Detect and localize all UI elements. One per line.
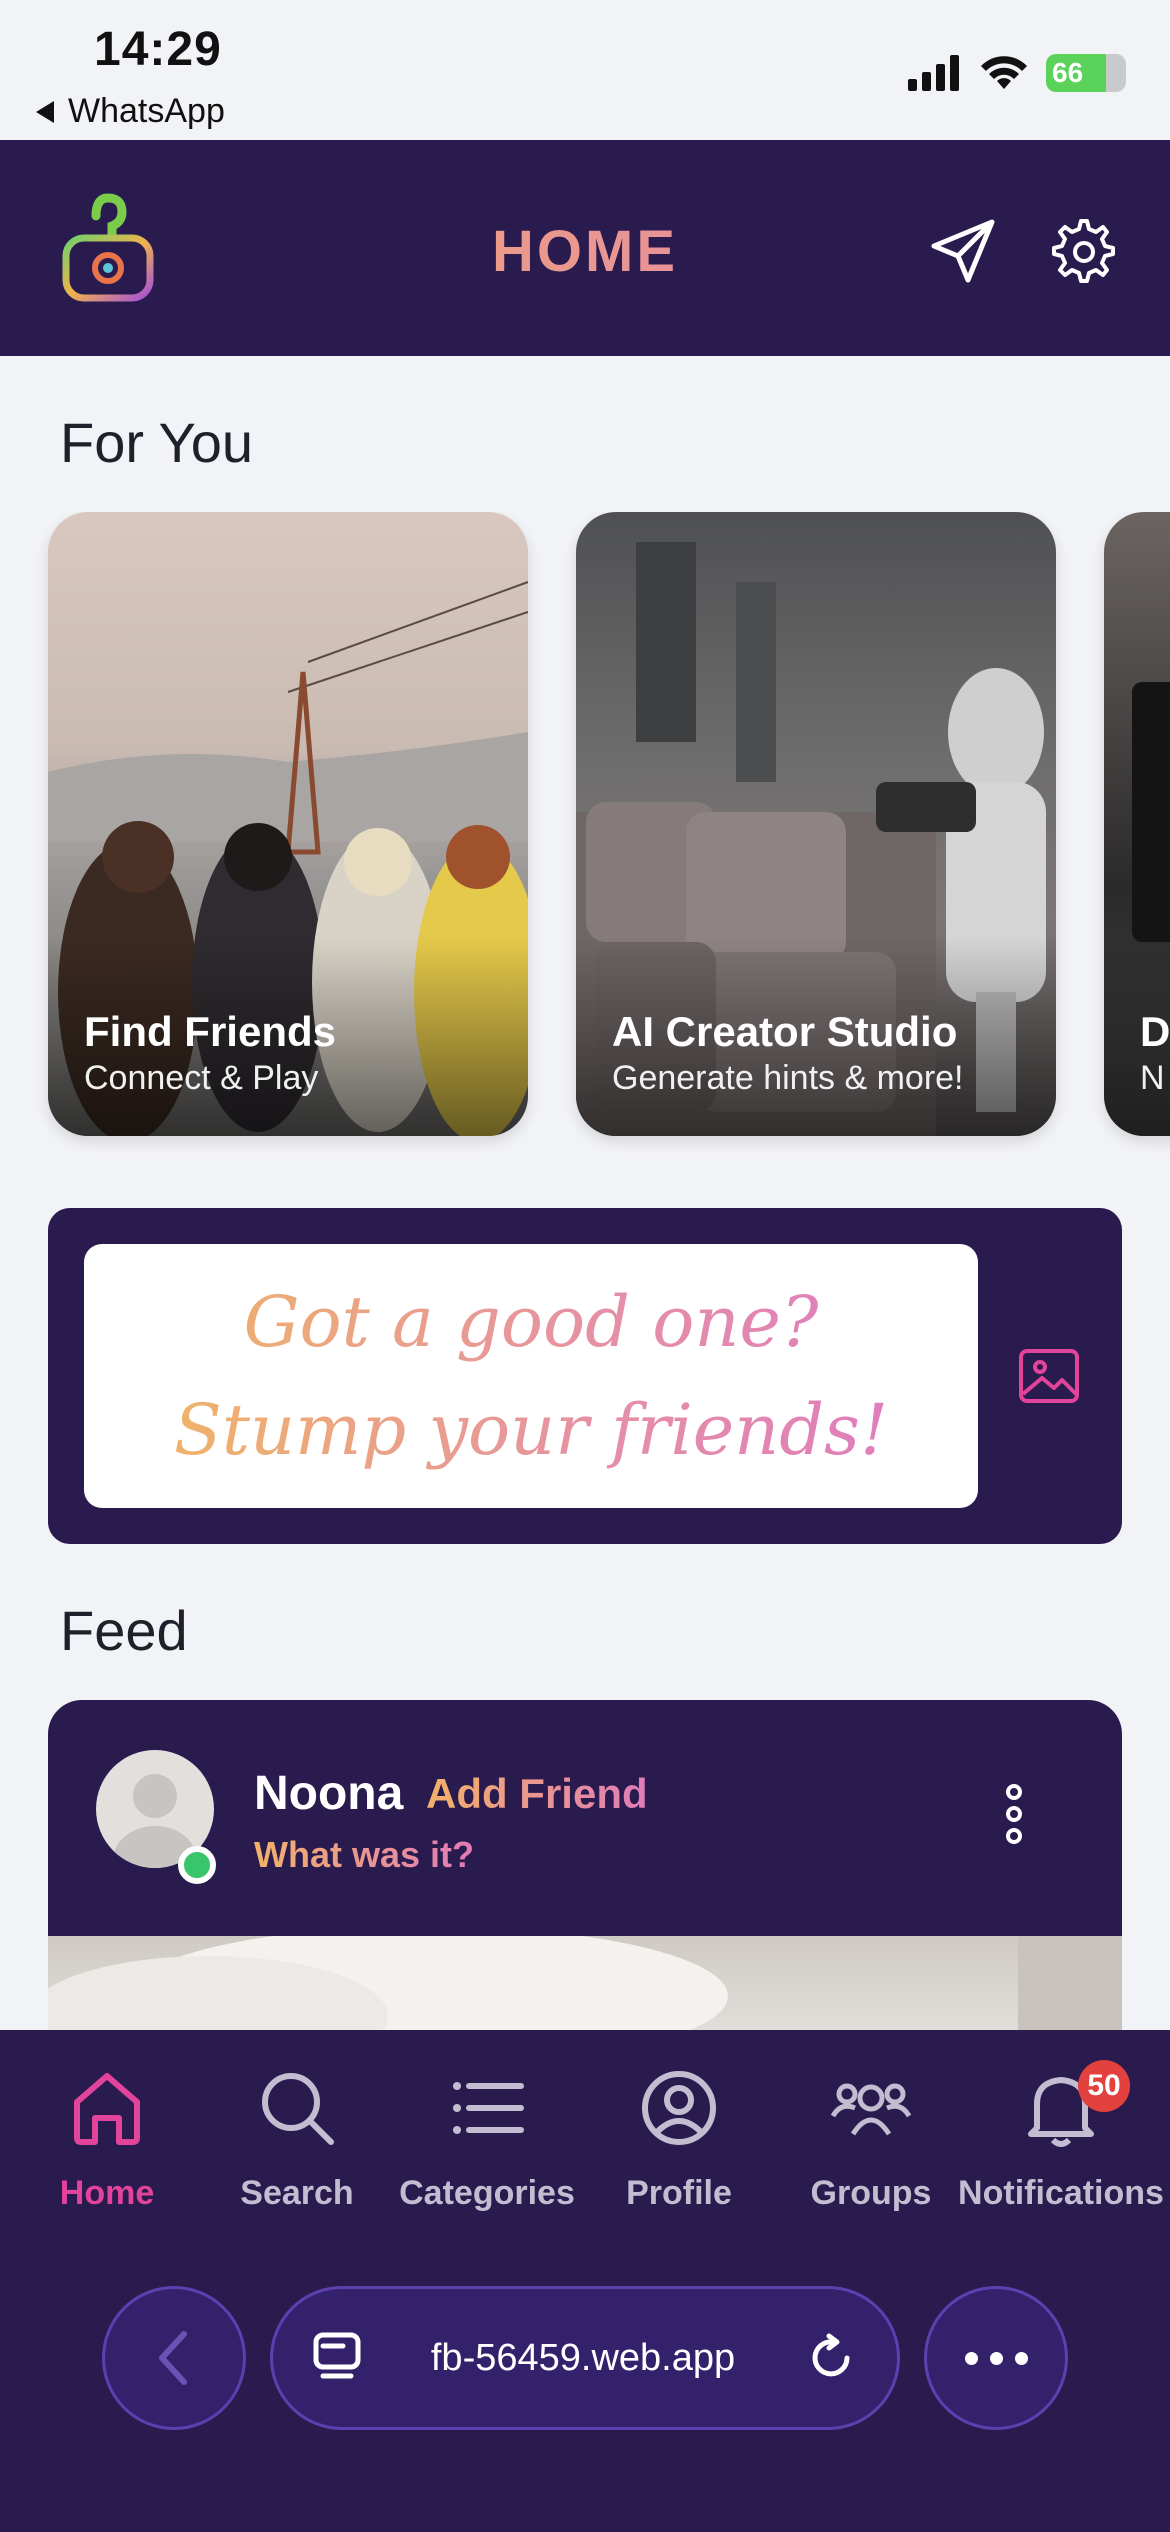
- groups-icon: [830, 2083, 912, 2136]
- browser-more-button[interactable]: [924, 2286, 1068, 2430]
- card-subtitle: Connect & Play: [84, 1059, 319, 1097]
- nav-groups[interactable]: Groups: [776, 2066, 966, 2236]
- card-find-friends[interactable]: Find Friends Connect & Play: [48, 512, 528, 1136]
- nav-categories[interactable]: Categories: [392, 2066, 582, 2236]
- status-time: 14:29: [94, 23, 222, 76]
- browser-back-button[interactable]: [102, 2286, 246, 2430]
- browser-toolbar: fb-56459.web.app: [0, 2286, 1170, 2436]
- card-title: AI Creator Studio: [612, 1008, 958, 1055]
- nav-label: Notifications: [958, 2174, 1164, 2212]
- nav-label: Categories: [399, 2174, 575, 2212]
- app-header: HOME: [0, 140, 1170, 356]
- status-bar: 14:29 WhatsApp 66: [0, 0, 1170, 140]
- nav-search[interactable]: Search: [202, 2066, 392, 2236]
- search-icon: [262, 2073, 334, 2145]
- card-ai-creator-studio[interactable]: AI Creator Studio Generate hints & more!: [576, 512, 1056, 1136]
- online-status-dot: [178, 1846, 216, 1884]
- more-options-icon[interactable]: [1002, 1784, 1026, 1844]
- status-icons: 66: [908, 54, 1126, 92]
- card-title: D: [1140, 1008, 1170, 1055]
- gear-icon[interactable]: [1050, 218, 1118, 286]
- back-app-label: WhatsApp: [68, 92, 225, 130]
- bottom-navigation: Home Search Categories Profile Groups 50…: [0, 2030, 1170, 2532]
- nav-home[interactable]: Home: [12, 2066, 202, 2236]
- add-friend-button[interactable]: Add Friend: [426, 1770, 648, 1818]
- back-to-app-link[interactable]: WhatsApp: [36, 92, 225, 131]
- nav-label: Home: [59, 2174, 155, 2212]
- wifi-icon: [981, 56, 1027, 89]
- list-icon: [453, 2082, 524, 2134]
- nav-label: Profile: [626, 2174, 732, 2212]
- paper-plane-icon[interactable]: [928, 216, 998, 286]
- tab-overview-icon[interactable]: [313, 2332, 361, 2384]
- image-icon[interactable]: [1018, 1348, 1080, 1404]
- create-puzzle-input[interactable]: Got a good one? Stump your friends!: [84, 1244, 978, 1508]
- home-icon: [74, 2073, 140, 2145]
- url-text: fb-56459.web.app: [430, 2336, 736, 2379]
- nav-label: Groups: [810, 2174, 932, 2212]
- post-question: What was it?: [254, 1834, 475, 1875]
- battery-icon: 66: [1046, 54, 1126, 92]
- for-you-heading: For You: [60, 411, 254, 474]
- nav-profile[interactable]: Profile: [584, 2066, 774, 2236]
- notifications-badge: 50: [1078, 2060, 1130, 2112]
- for-you-carousel[interactable]: Find Friends Connect & Play AI Creator S…: [0, 512, 1170, 1160]
- card-title: Find Friends: [84, 1008, 336, 1055]
- back-triangle-icon: [36, 100, 54, 123]
- card-subtitle: N: [1140, 1059, 1165, 1097]
- signal-icon: [908, 55, 959, 91]
- card-subtitle: Generate hints & more!: [612, 1059, 964, 1097]
- create-puzzle-panel: Got a good one? Stump your friends!: [48, 1208, 1122, 1544]
- chevron-left-icon: [159, 2331, 187, 2385]
- profile-icon: [642, 2071, 716, 2145]
- card-third-partial[interactable]: D N: [1104, 512, 1170, 1136]
- url-bar[interactable]: fb-56459.web.app: [270, 2286, 900, 2430]
- create-puzzle-prompt: Got a good one? Stump your friends!: [144, 1268, 918, 1484]
- reload-icon[interactable]: [805, 2332, 857, 2384]
- nav-label: Search: [240, 2174, 354, 2212]
- post-username[interactable]: Noona: [254, 1766, 403, 1821]
- nav-notifications[interactable]: 50 Notifications: [958, 2060, 1164, 2236]
- feed-heading: Feed: [60, 1599, 188, 1662]
